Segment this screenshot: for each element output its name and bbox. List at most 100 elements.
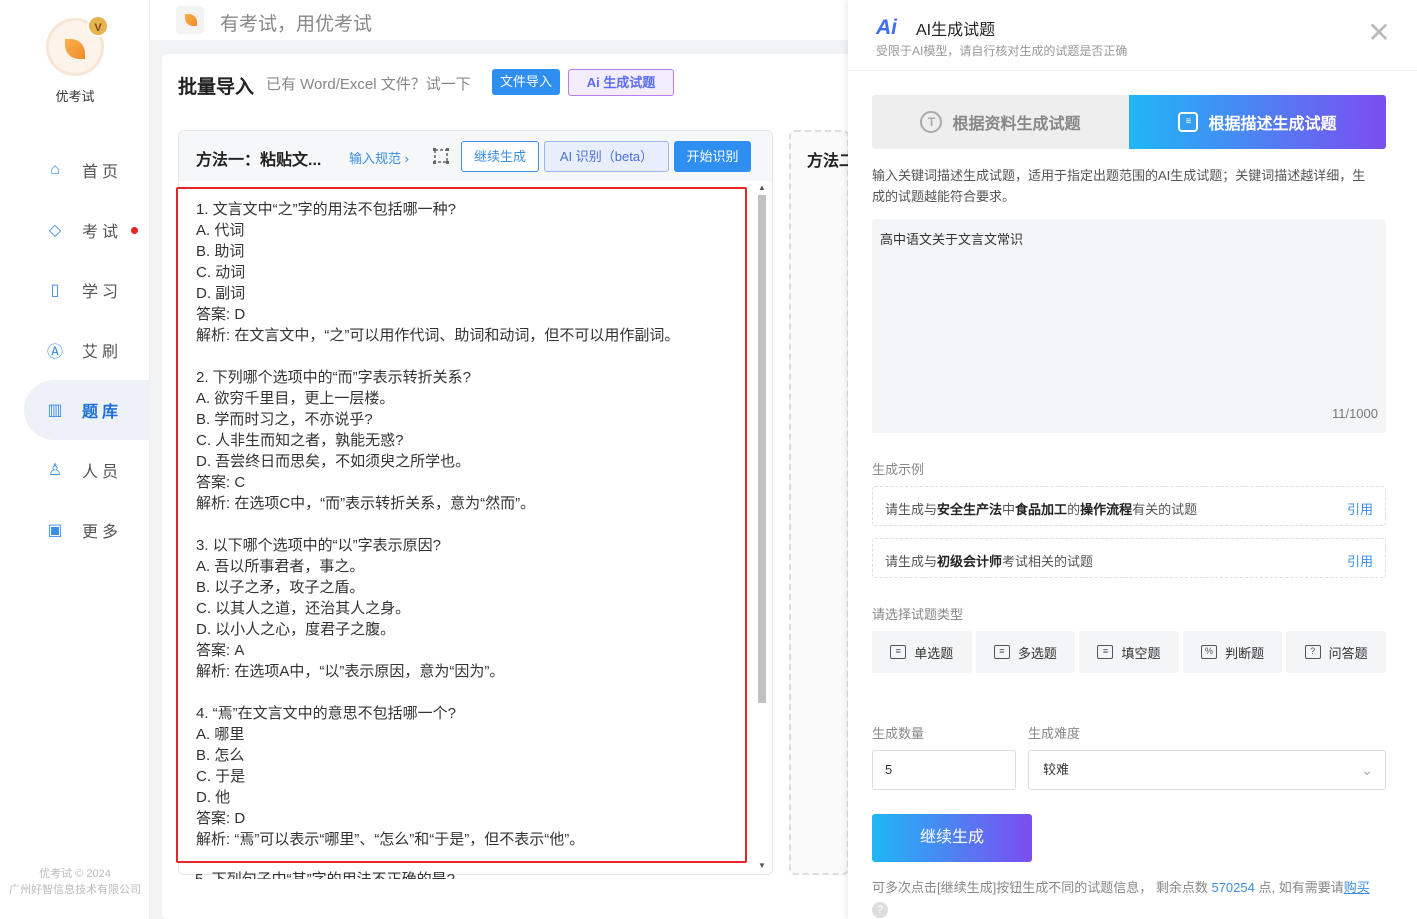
scroll-thumb[interactable] <box>758 195 766 703</box>
question-type-label: 填空题 <box>1121 645 1161 661</box>
copyright-line: 广州好智信息技术有限公司 <box>9 884 141 896</box>
editor-line: 答案: C <box>196 474 246 491</box>
cite-link[interactable]: 引用 <box>1347 551 1373 570</box>
editor-line: C. 于是 <box>196 768 246 785</box>
brand-name: 优考试 <box>55 89 95 104</box>
fullscreen-icon[interactable] <box>432 147 450 165</box>
file-import-button[interactable]: 文件导入 <box>492 69 560 95</box>
question-type-label: 问答题 <box>1328 645 1368 661</box>
example-text: 有关的试题 <box>1132 502 1198 517</box>
question-type-button[interactable]: ≡ 单选题 <box>872 631 972 673</box>
example-keyword: 安全生产法 <box>937 502 1003 517</box>
question-type-icon: ≡ <box>890 645 907 659</box>
question-type-button[interactable]: ≡ 多选题 <box>975 631 1076 673</box>
footer-text: 点, 如有需要请 <box>1258 880 1344 895</box>
footer-note: 可多次点击[继续生成]按钮生成不同的试题信息， 剩余点数 570254 点, 如… <box>872 877 1370 896</box>
paste-textarea[interactable]: 1. 文言文中“之”字的用法不包括哪一种? A. 代词 B. 助词 C. 动词 D. 副… <box>176 187 747 863</box>
question-type-button[interactable]: ? 问答题 <box>1286 631 1386 673</box>
notification-dot <box>131 227 138 234</box>
description-icon: ≡ <box>1178 112 1199 132</box>
chevron-down-icon: ⌄ <box>1361 762 1373 778</box>
char-counter: 11/1000 <box>1331 406 1378 421</box>
copyright-line: 优考试 © 2024 <box>39 868 111 880</box>
continue-generate-button[interactable]: 继续生成 <box>461 141 539 172</box>
question-type-group: ≡ 单选题 ≡ 多选题 ≡ 填空题 % 判断题? 问答题 <box>872 631 1386 673</box>
tab-from-description[interactable]: ≡ 根据描述生成试题 <box>1129 95 1386 149</box>
editor-scrollbar[interactable]: ▲ ▼ <box>757 183 767 871</box>
slogan: 有考试，用优考试 <box>220 14 373 35</box>
sidebar-item-label: 考试 <box>82 224 123 241</box>
person-icon: ♙ <box>47 462 67 479</box>
difficulty-select[interactable]: 较难 ⌄ <box>1028 750 1386 790</box>
description-text: 输入关键词描述生成试题，适用于指定出题范围的AI生成试题；关键词描述越详细，生成… <box>872 168 1366 204</box>
editor-line: A. 哪里 <box>196 726 245 743</box>
examples-label: 生成示例 <box>872 462 925 477</box>
question-type-button[interactable]: % 判断题 <box>1182 631 1283 673</box>
sidebar-item[interactable]: ◇ 考试 <box>0 200 150 260</box>
tab-from-material[interactable]: T 根据资料生成试题 <box>872 95 1129 149</box>
editor-line: C. 动词 <box>196 264 246 281</box>
sidebar-item-label: 题库 <box>82 404 123 421</box>
app-logo[interactable]: V <box>46 15 109 76</box>
points-value: 570254 <box>1211 880 1255 895</box>
example-keyword: 食品加工 <box>1015 502 1068 517</box>
sidebar-item[interactable]: Ⓐ 艾刷 <box>0 320 150 380</box>
buy-link[interactable]: 购买 <box>1344 880 1370 895</box>
editor-line: D. 副词 <box>196 285 246 302</box>
sidebar: V 优考试 ⌂ 首页 ◇ 考试 ▯ 学习 Ⓐ 艾刷 ▥ 题库 ♙ 人员 ▣ 更多 优考试 © 2024 广… <box>0 0 150 919</box>
editor-line: 4. “焉”在文言文中的意思不包括哪一个? <box>196 705 457 722</box>
editor-line: B. 学而时习之，不亦说乎? <box>196 411 373 428</box>
editor-line: 1. 文言文中“之”字的用法不包括哪一种? <box>196 201 457 218</box>
sidebar-item-label: 学习 <box>82 284 123 301</box>
example-text: 考试相关的试题 <box>1002 554 1094 569</box>
question-type-label: 判断题 <box>1225 645 1265 661</box>
logo-leaf-icon <box>65 39 85 59</box>
example-item: 请生成与安全生产法中食品加工的操作流程有关的试题 引用 <box>872 486 1386 526</box>
generate-button[interactable]: 继续生成 <box>872 814 1032 862</box>
sidebar-item[interactable]: ▯ 学习 <box>0 260 150 320</box>
editor-line: 解析: 在选项A中，“以”表示原因，意为“因为”。 <box>196 663 505 680</box>
method2-panel: 方法二 <box>789 130 855 875</box>
cite-link[interactable]: 引用 <box>1347 499 1373 518</box>
sidebar-item[interactable]: ⌂ 首页 <box>0 140 150 200</box>
sidebar-item[interactable]: ▣ 更多 <box>0 500 150 560</box>
drawer-title: AI生成试题 <box>916 22 996 39</box>
example-text: 中 <box>1002 502 1016 517</box>
count-label: 生成数量 <box>872 726 925 741</box>
method1-header: 方法一：粘贴文... 输入规范 › 继续生成 AI 识别（beta） 开始识别 <box>179 131 772 181</box>
example-text: 的 <box>1067 502 1081 517</box>
import-hint: 已有 Word/Excel 文件？试一下 <box>266 76 471 93</box>
editor-line: 答案: A <box>196 642 245 659</box>
example-keyword: 初级会计师 <box>937 554 1003 569</box>
prompt-value: 高中语文关于文言文常识 <box>880 232 1024 247</box>
editor-line: D. 他 <box>196 789 231 806</box>
help-icon[interactable]: ? <box>872 902 888 918</box>
scroll-up-icon[interactable]: ▲ <box>758 183 766 192</box>
ai-logo-icon: Ai <box>876 16 897 39</box>
input-spec-link[interactable]: 输入规范 › <box>349 148 409 167</box>
sidebar-item[interactable]: ▥ 题库 <box>24 380 150 440</box>
editor-line: A. 代词 <box>196 222 245 239</box>
editor-line: 答案: D <box>196 306 246 323</box>
editor-line: A. 欲穷千里目，更上一层楼。 <box>196 390 395 407</box>
question-type-icon: ≡ <box>1097 645 1114 659</box>
start-recognize-button[interactable]: 开始识别 <box>674 141 751 172</box>
editor-line: 答案: D <box>196 810 246 827</box>
ai-recognize-button[interactable]: AI 识别（beta） <box>544 141 669 172</box>
question-type-button[interactable]: ≡ 填空题 <box>1079 631 1179 673</box>
editor-line: D. 吾尝终日而思矣，不如须臾之所学也。 <box>196 453 471 470</box>
ai-generate-button[interactable]: Ai 生成试题 <box>568 69 674 96</box>
tab-label: 根据描述生成试题 <box>1208 116 1337 133</box>
method1-title: 方法一：粘贴文... <box>196 152 322 169</box>
count-input[interactable]: 5 <box>872 750 1016 790</box>
tab-label: 根据资料生成试题 <box>952 116 1081 133</box>
book-icon: ▯ <box>50 282 64 299</box>
example-text: 请生成与 <box>885 502 938 517</box>
editor-line: 解析: 在选项C中，“而”表示转折关系，意为“然而”。 <box>196 495 536 512</box>
scroll-down-icon[interactable]: ▼ <box>758 861 766 870</box>
prompt-textarea[interactable]: 高中语文关于文言文常识 11/1000 <box>872 219 1386 433</box>
sidebar-item-label: 人员 <box>82 464 123 481</box>
sidebar-item-label: 更多 <box>82 524 123 541</box>
close-icon[interactable]: ✕ <box>1366 19 1392 47</box>
sidebar-item[interactable]: ♙ 人员 <box>0 440 150 500</box>
